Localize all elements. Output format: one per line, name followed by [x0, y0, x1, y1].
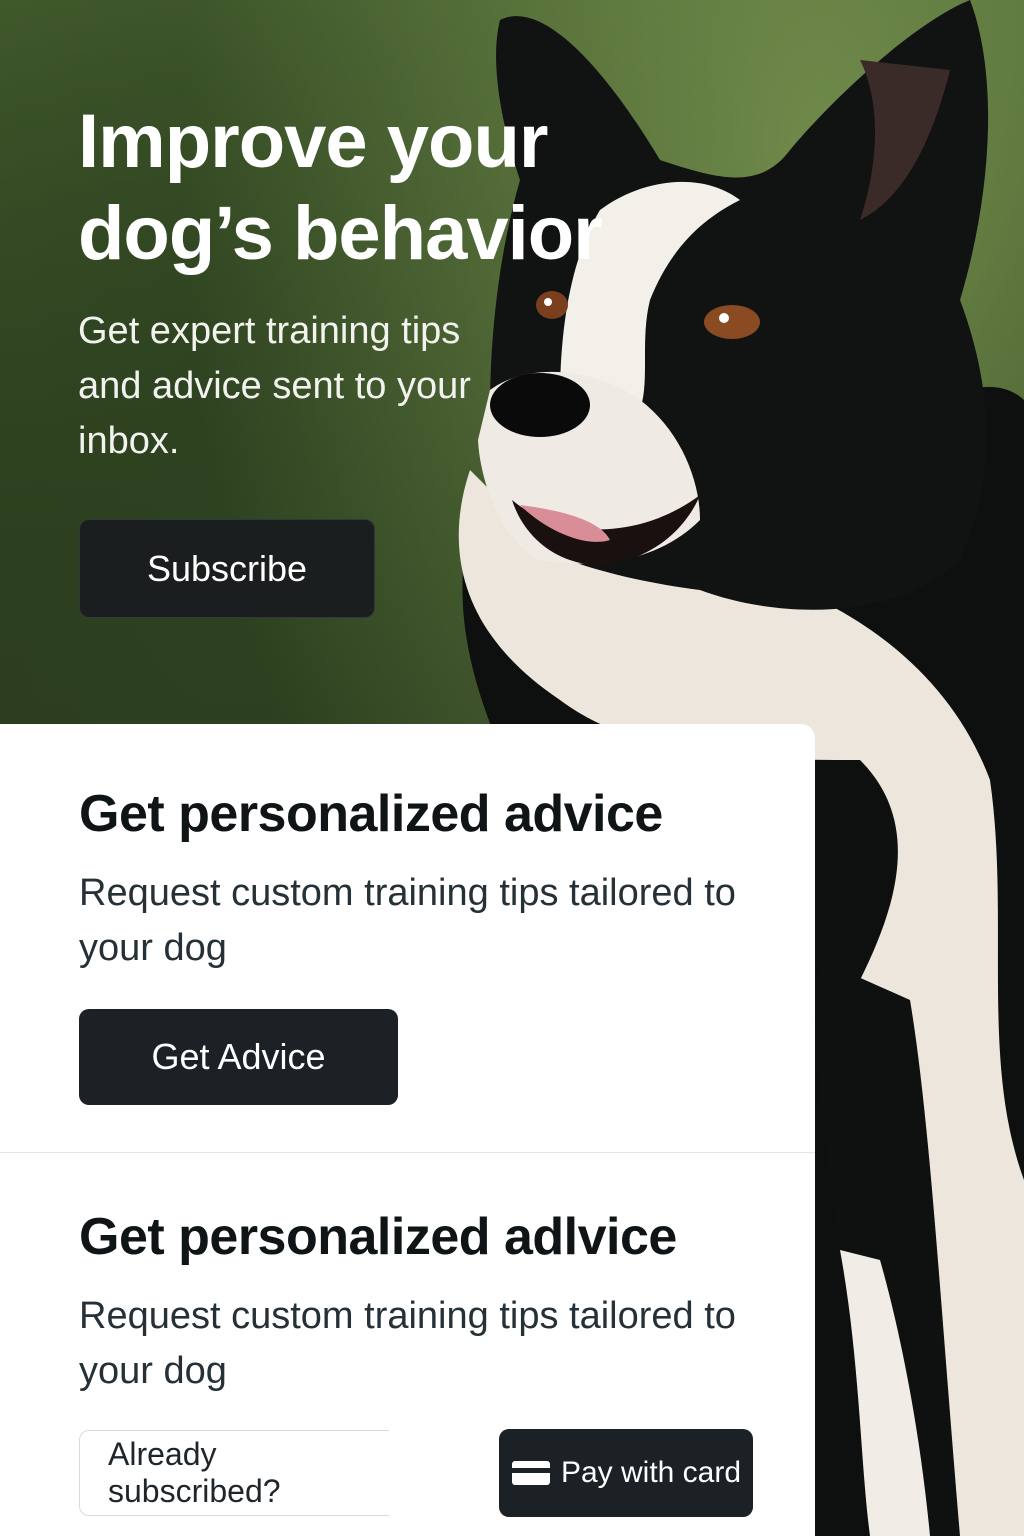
hero-title: Improve your dog’s behavior	[78, 99, 603, 276]
credit-card-icon	[511, 1461, 550, 1485]
hero-subtitle: Get expert training tips and advice sent…	[78, 310, 471, 462]
payment-section: Get personalized adlvice Request custom …	[0, 1153, 815, 1536]
get-advice-button[interactable]: Get Advice	[79, 1009, 398, 1105]
already-subscribed-field[interactable]: Already subscribed?	[79, 1430, 389, 1516]
already-subscribed-text: Already subscribed?	[108, 1436, 281, 1509]
section-description: Request custom training tips tailored to…	[79, 872, 736, 969]
section-title: Get personalized adlvice	[79, 1208, 677, 1266]
advice-card: Get personalized advice Request custom t…	[0, 724, 815, 1536]
personalized-advice-section: Get personalized advice Request custom t…	[0, 724, 815, 1152]
pay-with-card-button[interactable]: Pay with card	[499, 1429, 753, 1517]
subscribe-button[interactable]: Subscribe	[79, 519, 375, 618]
section-description: Request custom training tips tailored to…	[79, 1295, 736, 1392]
section-title: Get personalized advice	[79, 785, 663, 843]
pay-with-card-label: Pay with card	[560, 1456, 742, 1489]
